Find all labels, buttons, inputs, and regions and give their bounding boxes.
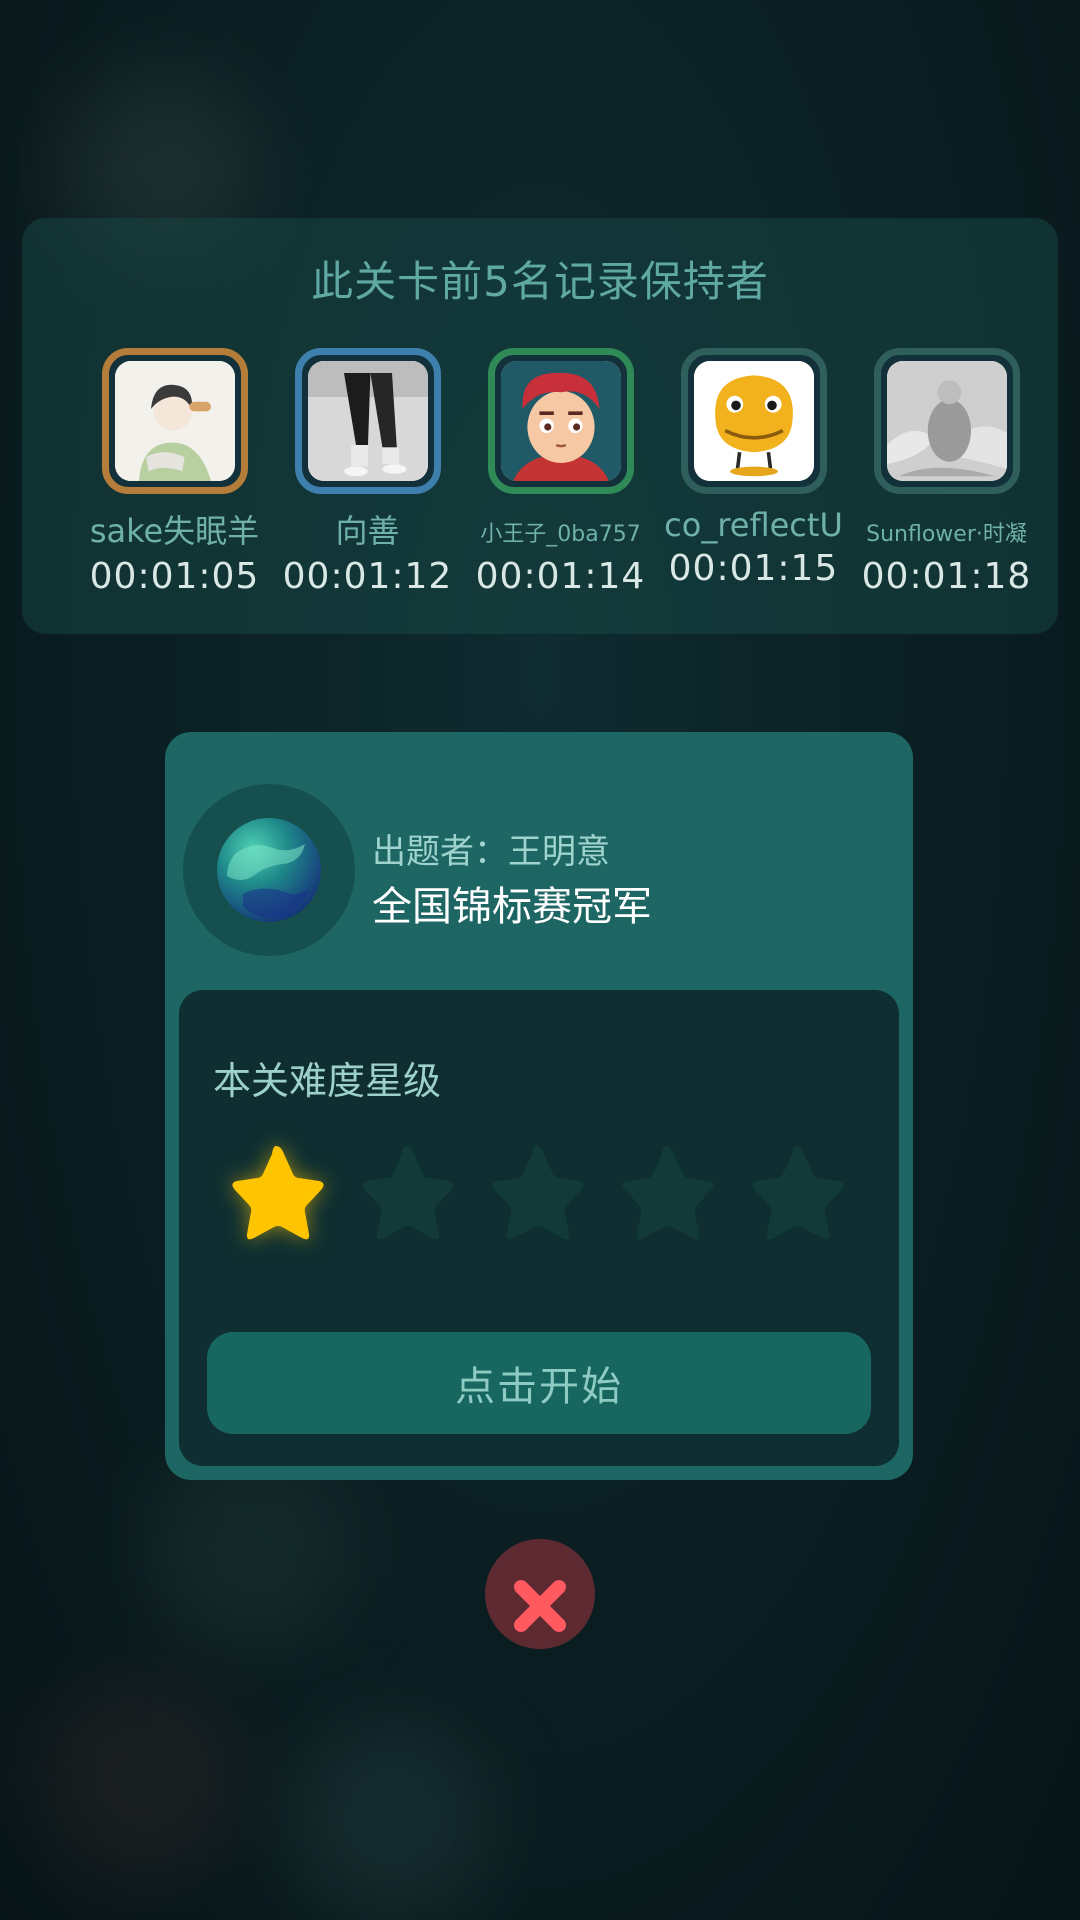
record-holder[interactable]: 小王子_0ba757 00:01:14 xyxy=(464,348,657,597)
record-holder[interactable]: co_reflectU 00:01:15 xyxy=(657,348,850,589)
wolves-photo-avatar xyxy=(886,361,1007,481)
record-holder[interactable]: sake失眠羊 00:01:05 xyxy=(78,348,271,597)
record-holders-panel: 此关卡前5名记录保持者 sake失眠羊 00:01:05 向善 00:01:12… xyxy=(22,218,1058,634)
record-holders-list: sake失眠羊 00:01:05 向善 00:01:12 小王子_0ba757 … xyxy=(22,348,1058,608)
difficulty-label: 本关难度星级 xyxy=(213,1059,442,1103)
holder-name: Sunflower·时凝 xyxy=(866,522,1027,547)
difficulty-stars xyxy=(221,1138,861,1248)
avatar-frame xyxy=(101,348,248,494)
holder-time: 00:01:12 xyxy=(282,556,453,597)
cartoon-boy-avatar xyxy=(500,361,621,481)
yellow-dinosaur-avatar xyxy=(693,361,814,481)
close-icon xyxy=(514,1580,566,1632)
avatar-frame xyxy=(294,348,441,494)
holder-time: 00:01:14 xyxy=(475,556,646,597)
records-title: 此关卡前5名记录保持者 xyxy=(311,257,769,306)
author-label: 出题者：王明意 xyxy=(372,832,610,872)
background-blur xyxy=(150,1450,350,1650)
background-blur xyxy=(290,1720,490,1920)
person-eating-avatar xyxy=(114,361,235,481)
author-title: 全国锦标赛冠军 xyxy=(372,884,652,930)
close-button[interactable] xyxy=(485,1539,595,1649)
star-empty-icon xyxy=(351,1138,461,1248)
difficulty-panel: 本关难度星级 点击开始 xyxy=(179,990,899,1466)
start-button[interactable]: 点击开始 xyxy=(207,1332,871,1434)
holder-name: 向善 xyxy=(335,512,400,550)
background-blur xyxy=(40,1680,240,1880)
avatar-frame xyxy=(680,348,827,494)
holder-name: co_reflectU xyxy=(664,506,843,544)
avatar-frame xyxy=(487,348,634,494)
holder-name: sake失眠羊 xyxy=(89,512,260,550)
avatar-frame xyxy=(873,348,1020,494)
star-empty-icon xyxy=(741,1138,851,1248)
star-empty-icon xyxy=(611,1138,721,1248)
level-card: 出题者：王明意 全国锦标赛冠军 本关难度星级 点击开始 xyxy=(165,732,913,1480)
holder-name: 小王子_0ba757 xyxy=(480,522,641,547)
star-empty-icon xyxy=(481,1138,591,1248)
record-holder[interactable]: 向善 00:01:12 xyxy=(271,348,464,597)
star-filled-icon xyxy=(221,1138,331,1248)
record-holder[interactable]: Sunflower·时凝 00:01:18 xyxy=(850,348,1043,597)
legs-walking-avatar xyxy=(307,361,428,481)
holder-time: 00:01:15 xyxy=(668,548,839,589)
holder-time: 00:01:05 xyxy=(89,556,260,597)
planet-icon xyxy=(217,818,321,922)
holder-time: 00:01:18 xyxy=(861,556,1032,597)
author-badge xyxy=(183,784,355,956)
